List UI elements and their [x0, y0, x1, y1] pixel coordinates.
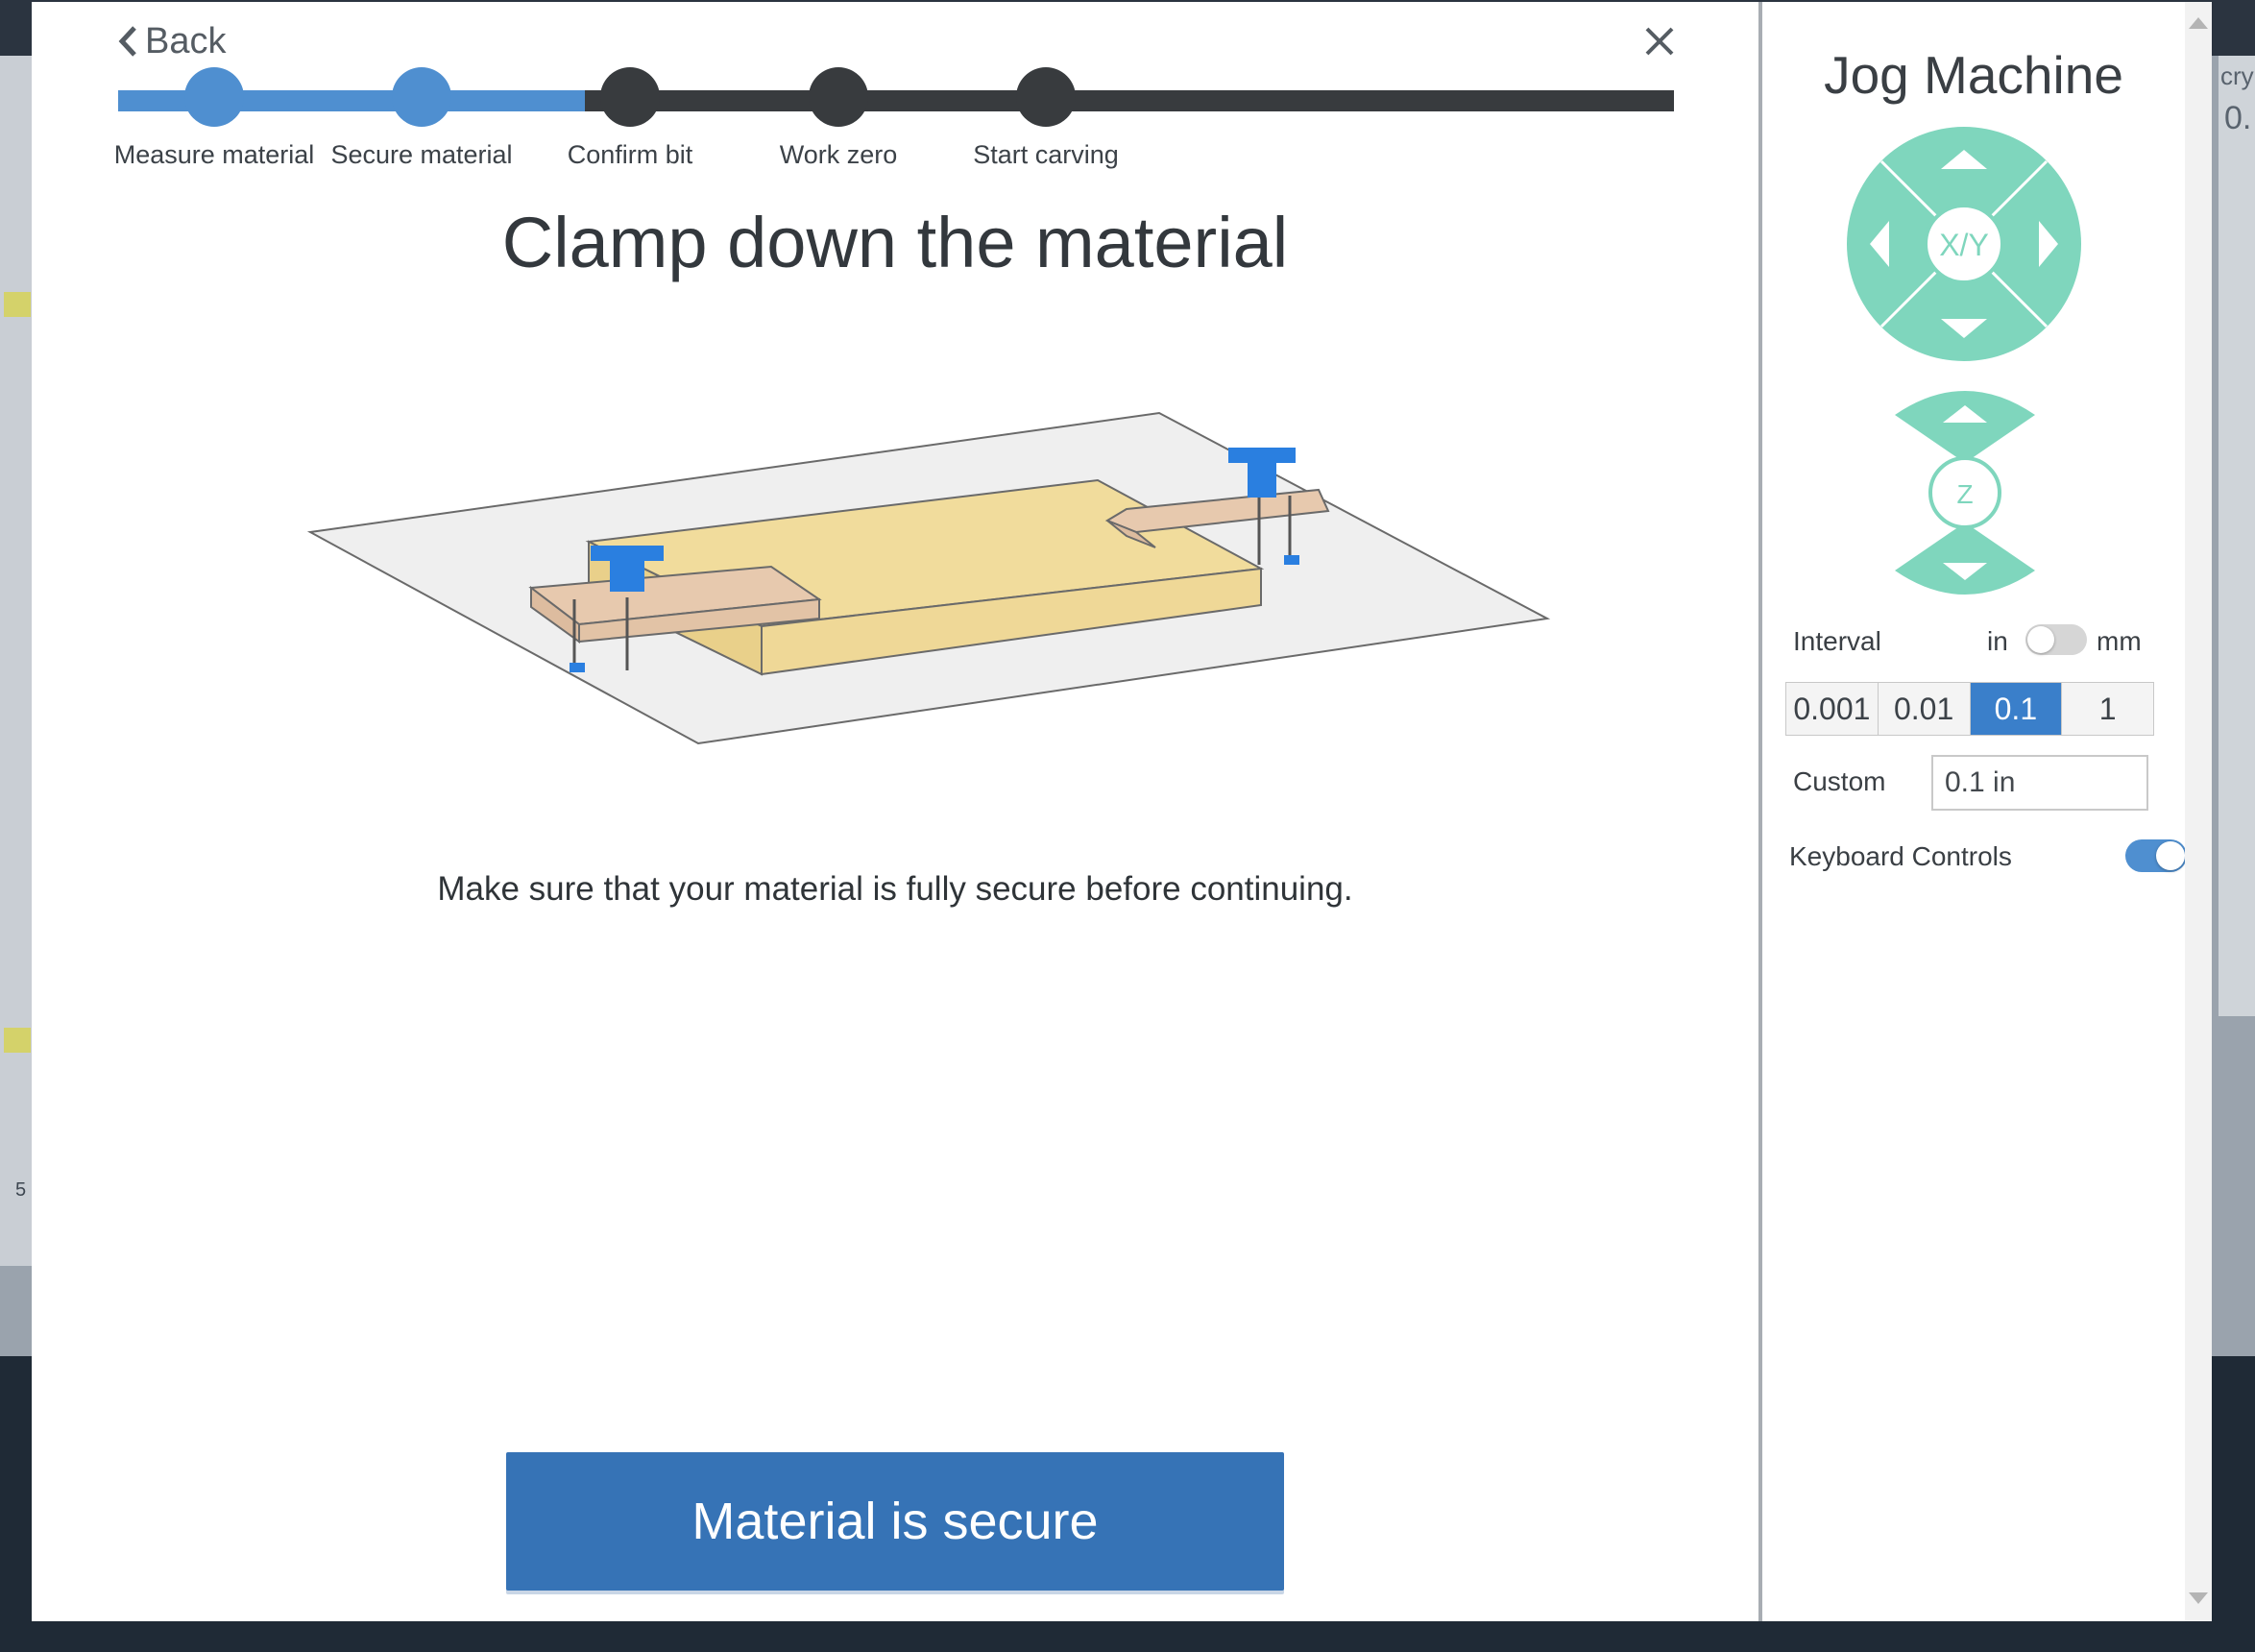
background-right-panel [2219, 56, 2255, 1016]
interval-option[interactable]: 0.1 [1970, 683, 2063, 735]
close-icon[interactable] [1639, 21, 1680, 61]
toggle-knob [2156, 841, 2185, 870]
background-left-number: 5 [15, 1179, 27, 1201]
scroll-up-icon[interactable] [2189, 17, 2208, 29]
custom-label: Custom [1793, 766, 1886, 796]
xy-label: X/Y [1939, 228, 1989, 262]
unit-mm-label: mm [2097, 626, 2142, 656]
step-dot [600, 67, 660, 127]
page-title: Clamp down the material [501, 203, 1289, 282]
progress-track [118, 90, 1674, 111]
xy-jog-pad[interactable]: X/Y [1847, 127, 2081, 361]
background-right-text: cry [2220, 61, 2254, 90]
unit-in-label: in [1987, 626, 2008, 656]
back-button[interactable]: Back [116, 19, 226, 63]
jog-title: Jog Machine [1824, 45, 2123, 105]
material-secure-button[interactable]: Material is secure [506, 1452, 1284, 1591]
interval-option[interactable]: 0.001 [1786, 683, 1879, 735]
carving-setup-modal: Back Measure material Secure material Conf… [32, 2, 2212, 1621]
instruction-text: Make sure that your material is fully se… [437, 870, 1353, 908]
unit-toggle[interactable] [2025, 624, 2087, 655]
step-label: Start carving [973, 140, 1119, 169]
z-jog-pad[interactable]: Z [1895, 386, 2035, 599]
back-label: Back [145, 20, 227, 61]
interval-label: Interval [1793, 626, 1881, 656]
step-dot [184, 67, 244, 127]
custom-interval-input[interactable] [1931, 755, 2148, 811]
background-left-panel [0, 56, 33, 1266]
background-right-value: 0. [2224, 100, 2252, 136]
interval-option[interactable]: 0.01 [1878, 683, 1971, 735]
z-label: Z [1956, 479, 1973, 509]
step-dot [1016, 67, 1076, 127]
background-marker [4, 1028, 31, 1053]
scrollbar[interactable] [2185, 2, 2212, 1621]
step-dot [809, 67, 868, 127]
scroll-down-icon[interactable] [2189, 1592, 2208, 1604]
keyboard-controls-label: Keyboard Controls [1789, 841, 2012, 871]
chevron-left-icon [118, 26, 136, 57]
interval-buttons: 0.001 0.01 0.1 1 [1785, 682, 2154, 736]
step-dot [392, 67, 451, 127]
toggle-knob [2027, 626, 2054, 653]
jog-panel: Jog Machine X/Y Z Interval in mm 0.001 0.… [1762, 2, 2187, 1621]
interval-option[interactable]: 1 [2062, 683, 2153, 735]
background-marker [4, 292, 31, 317]
clamp-illustration [306, 411, 1551, 745]
setup-main-pane: Back Measure material Secure material Conf… [32, 2, 1758, 1621]
keyboard-controls-toggle[interactable] [2125, 839, 2187, 872]
